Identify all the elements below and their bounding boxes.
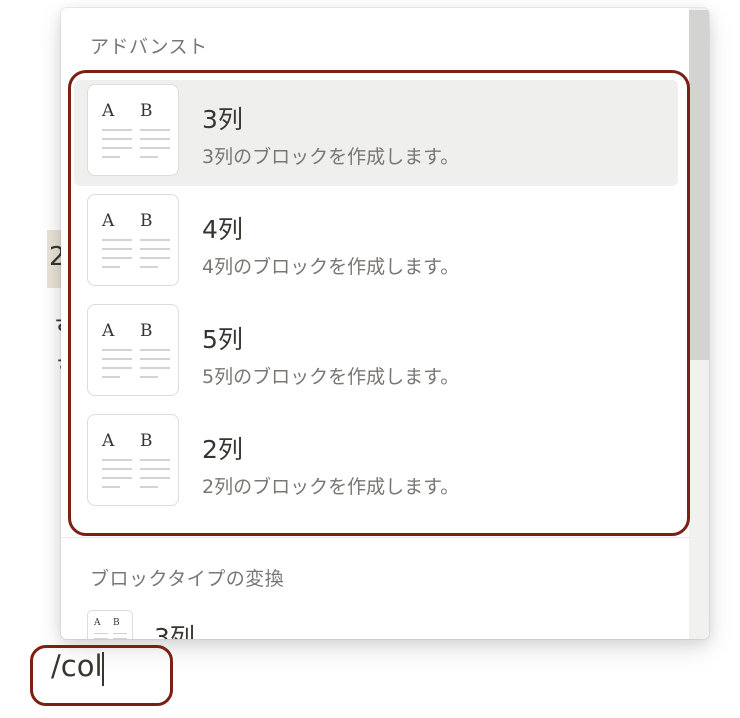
menu-item-description: 5列のブロックを作成します。 [202,366,460,388]
menu-item-3-columns[interactable]: A B 3列 3列のブロックを作成します。 [74,80,678,186]
columns-thumbnail-icon: A B [87,194,179,286]
scrollbar-thumb[interactable] [689,10,709,360]
menu-item-title: 2列 [202,435,243,464]
columns-thumbnail-icon: A B [87,610,133,639]
section-header-advanced: アドバンスト [90,36,208,58]
columns-thumbnail-icon: A B [87,84,179,176]
menu-item-description: 3列のブロックを作成します。 [202,146,460,168]
section-header-block-type-conversion: ブロックタイプの変換 [90,568,285,590]
columns-thumbnail-icon: A B [87,304,179,396]
section-divider [61,537,689,538]
menu-item-5-columns[interactable]: A B 5列 5列のブロックを作成します。 [74,300,678,406]
menu-item-4-columns[interactable]: A B 4列 4列のブロックを作成します。 [74,190,678,296]
menu-item-description: 2列のブロックを作成します。 [202,476,460,498]
convert-item-3-columns[interactable]: 3列 [154,618,195,639]
menu-item-title: 3列 [202,105,243,134]
text-caret [102,652,104,686]
menu-item-title: 4列 [202,215,243,244]
menu-item-title: 5列 [202,325,243,354]
columns-thumbnail-icon: A B [87,414,179,506]
slash-command-input[interactable]: /col [51,649,103,683]
scrollbar-track[interactable] [689,8,709,639]
slash-command-menu: アドバンスト A B 3列 3列のブロックを作成します。 A B 4列 4列のブ… [61,8,709,639]
menu-item-2-columns[interactable]: A B 2列 2列のブロックを作成します。 [74,410,678,516]
menu-item-description: 4列のブロックを作成します。 [202,256,460,278]
